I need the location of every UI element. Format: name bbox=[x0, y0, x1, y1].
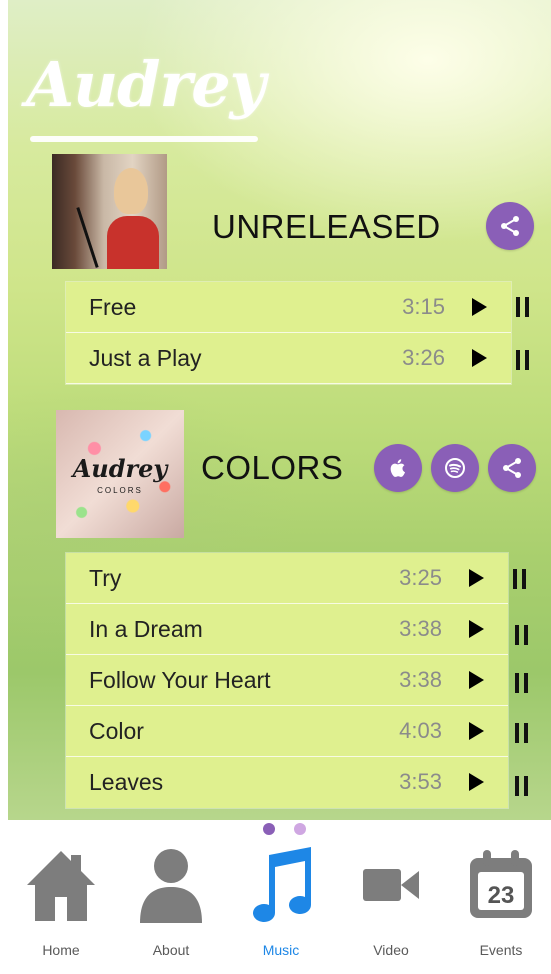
track-row[interactable]: Color 4:03 bbox=[66, 706, 508, 757]
track-duration: 3:26 bbox=[402, 345, 445, 370]
track-row[interactable]: Leaves 3:53 bbox=[66, 757, 508, 807]
calendar-icon: 23 bbox=[470, 850, 532, 918]
pause-icon[interactable] bbox=[515, 673, 529, 693]
track-name: In a Dream bbox=[89, 616, 203, 642]
track-row[interactable]: Try 3:25 bbox=[66, 553, 508, 604]
play-icon[interactable] bbox=[469, 569, 484, 587]
track-row[interactable]: Just a Play 3:26 bbox=[66, 333, 511, 384]
track-name: Follow Your Heart bbox=[89, 667, 271, 693]
track-duration: 3:25 bbox=[399, 565, 442, 590]
track-name: Try bbox=[89, 565, 122, 591]
album-cover-unreleased bbox=[52, 154, 167, 269]
share-button[interactable] bbox=[486, 202, 534, 250]
track-name: Color bbox=[89, 718, 144, 744]
track-duration: 3:38 bbox=[399, 667, 442, 692]
pause-icon[interactable] bbox=[516, 350, 530, 370]
tab-music[interactable]: Music bbox=[226, 828, 336, 974]
tab-about[interactable]: About bbox=[116, 828, 226, 974]
tab-label: Music bbox=[262, 942, 300, 958]
pause-icon[interactable] bbox=[515, 776, 529, 796]
track-duration: 3:53 bbox=[399, 769, 442, 794]
tab-label: About bbox=[152, 942, 190, 958]
album-title: COLORS bbox=[201, 449, 344, 486]
home-icon bbox=[27, 851, 95, 921]
album-cover-title: Audrey bbox=[72, 454, 168, 483]
pause-icon[interactable] bbox=[516, 297, 530, 317]
track-duration: 3:38 bbox=[399, 616, 442, 641]
artist-logo: Audrey bbox=[26, 48, 266, 121]
play-icon[interactable] bbox=[472, 298, 487, 316]
person-icon bbox=[140, 849, 202, 923]
tab-home[interactable]: Home bbox=[6, 828, 116, 974]
music-note-icon bbox=[253, 847, 312, 923]
album-cover-subtitle: COLORS bbox=[97, 486, 143, 495]
share-icon bbox=[503, 458, 521, 478]
video-camera-icon bbox=[363, 869, 419, 901]
tracklist-colors: Try 3:25 In a Dream 3:38 Follow Your Hea… bbox=[66, 553, 508, 808]
pause-icon[interactable] bbox=[515, 723, 529, 743]
spotify-icon bbox=[445, 458, 465, 478]
play-icon[interactable] bbox=[472, 349, 487, 367]
page-dot[interactable] bbox=[294, 823, 306, 835]
tab-bar: Home About Music Video 23 Events bbox=[0, 828, 551, 974]
tab-label: Video bbox=[373, 942, 409, 958]
track-name: Just a Play bbox=[89, 345, 202, 371]
track-name: Leaves bbox=[89, 769, 164, 795]
track-row[interactable]: Follow Your Heart 3:38 bbox=[66, 655, 508, 706]
album-title: UNRELEASED bbox=[212, 208, 441, 245]
tab-label: Events bbox=[479, 942, 523, 958]
tab-events[interactable]: 23 Events bbox=[446, 828, 551, 974]
play-icon[interactable] bbox=[469, 671, 484, 689]
track-duration: 4:03 bbox=[399, 718, 442, 743]
share-button[interactable] bbox=[488, 444, 536, 492]
tab-video[interactable]: Video bbox=[336, 828, 446, 974]
pause-icon[interactable] bbox=[513, 569, 527, 589]
track-duration: 3:15 bbox=[402, 294, 445, 319]
track-row[interactable]: In a Dream 3:38 bbox=[66, 604, 508, 655]
page-dot-active[interactable] bbox=[263, 823, 275, 835]
spotify-button[interactable] bbox=[431, 444, 479, 492]
play-icon[interactable] bbox=[469, 620, 484, 638]
apple-icon bbox=[390, 459, 405, 477]
play-icon[interactable] bbox=[469, 722, 484, 740]
logo-underline bbox=[30, 136, 258, 142]
album-cover-colors: Audrey COLORS bbox=[56, 410, 184, 538]
track-name: Free bbox=[89, 294, 137, 320]
pause-icon[interactable] bbox=[515, 625, 529, 645]
calendar-day: 23 bbox=[488, 882, 515, 909]
tracklist-unreleased: Free 3:15 Just a Play 3:26 bbox=[66, 282, 511, 384]
track-row[interactable]: Free 3:15 bbox=[66, 282, 511, 333]
tab-label: Home bbox=[42, 942, 80, 958]
apple-music-button[interactable] bbox=[374, 444, 422, 492]
share-icon bbox=[501, 216, 519, 236]
play-icon[interactable] bbox=[469, 773, 484, 791]
